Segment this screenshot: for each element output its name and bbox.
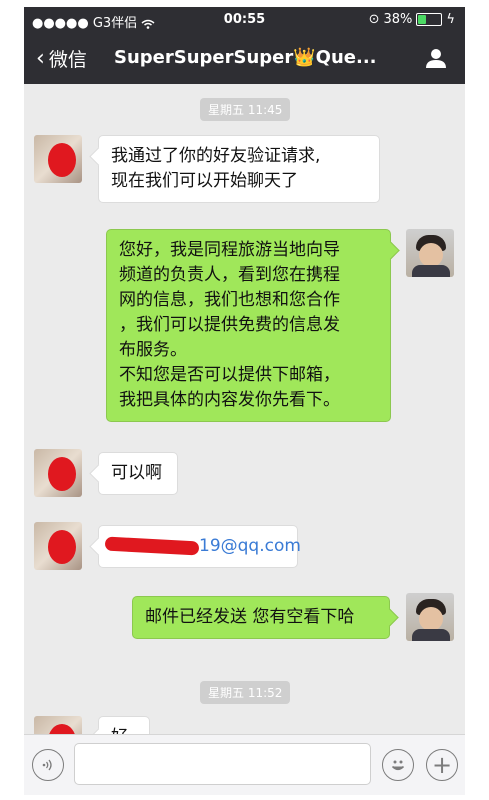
rotation-lock-icon: ⊙	[368, 12, 380, 27]
message-bubble-6[interactable]: 好	[98, 716, 150, 734]
message-line: 您好，我是同程旅游当地向导	[119, 240, 340, 260]
battery-fill	[418, 15, 427, 24]
message-line: 网的信息，我们也想和您合作	[119, 290, 340, 310]
message-line: 我通过了你的好友验证请求,	[111, 146, 321, 166]
timestamp-2: 星期五 11:52	[200, 681, 291, 704]
avatar-shirt	[412, 629, 450, 641]
back-button[interactable]: ‹ 微信	[36, 45, 87, 72]
contact-avatar[interactable]	[34, 522, 82, 570]
message-line: 布服务。	[119, 340, 187, 360]
message-line: 频道的负责人，看到您在携程	[119, 265, 340, 285]
input-bar: +	[24, 734, 465, 795]
my-avatar[interactable]	[406, 593, 454, 641]
message-bubble-5[interactable]: 邮件已经发送 您有空看下哈	[132, 596, 390, 639]
wechat-screen: ●●●●● G3伴侣 00:55 ⊙ 38% ϟ ‹ 微信 SuperSuper…	[24, 7, 465, 795]
person-icon[interactable]	[425, 47, 447, 69]
timestamp-1: 星期五 11:45	[200, 98, 291, 121]
message-line: 不知您是否可以提供下邮箱，	[119, 365, 340, 385]
message-input[interactable]	[74, 743, 371, 785]
redaction-mark	[48, 457, 76, 491]
message-line: 现在我们可以开始聊天了	[111, 171, 298, 191]
message-line: 邮件已经发送 您有空看下哈	[145, 607, 355, 627]
status-bar: ●●●●● G3伴侣 00:55 ⊙ 38% ϟ	[24, 7, 465, 33]
chevron-left-icon: ‹	[36, 45, 45, 71]
back-label: 微信	[48, 49, 87, 71]
message-bubble-2[interactable]: 您好，我是同程旅游当地向导 频道的负责人，看到您在携程 网的信息，我们也想和您合…	[106, 229, 391, 422]
avatar-face	[419, 243, 443, 267]
message-bubble-1[interactable]: 我通过了你的好友验证请求, 现在我们可以开始聊天了	[98, 135, 380, 203]
redaction-mark	[48, 143, 76, 177]
chat-title: SuperSuperSuper👑Que...	[114, 47, 377, 68]
top-bar: ●●●●● G3伴侣 00:55 ⊙ 38% ϟ ‹ 微信 SuperSuper…	[24, 7, 465, 84]
redaction-mark	[48, 530, 76, 564]
message-line: 可以啊	[111, 463, 162, 483]
contact-avatar[interactable]	[34, 135, 82, 183]
voice-icon[interactable]	[32, 749, 64, 781]
message-line: 我把具体的内容发你先看下。	[119, 390, 340, 410]
message-bubble-3[interactable]: 可以啊	[98, 452, 178, 495]
avatar-shirt	[412, 265, 450, 277]
chat-area[interactable]: 星期五 11:45 我通过了你的好友验证请求, 现在我们可以开始聊天了 您好，我…	[24, 84, 465, 734]
message-bubble-4[interactable]: 19@qq.com	[98, 525, 301, 568]
emoji-icon[interactable]	[382, 749, 414, 781]
nav-bar: ‹ 微信 SuperSuperSuper👑Que...	[24, 33, 465, 84]
message-line: 好	[111, 725, 137, 734]
redaction-mark	[48, 724, 76, 734]
my-avatar[interactable]	[406, 229, 454, 277]
charging-icon: ϟ	[446, 12, 455, 27]
battery-percent: 38%	[383, 12, 413, 27]
battery-status: ⊙ 38% ϟ	[369, 12, 455, 27]
plus-icon[interactable]: +	[426, 749, 458, 781]
battery-icon	[416, 13, 443, 26]
contact-avatar[interactable]	[34, 716, 82, 734]
avatar-face	[419, 607, 443, 631]
message-line: ，我们可以提供免费的信息发	[119, 315, 340, 335]
contact-avatar[interactable]	[34, 449, 82, 497]
